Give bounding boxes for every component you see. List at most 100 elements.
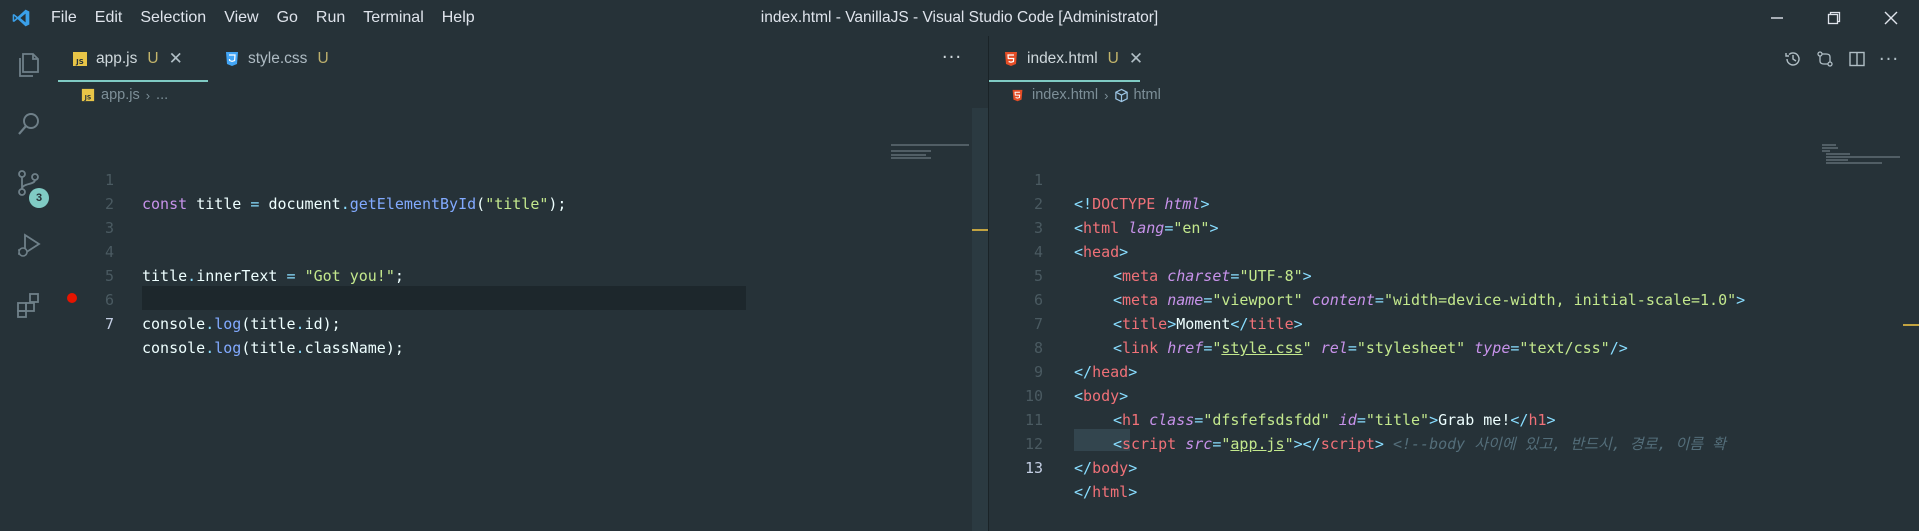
code-line: 4 title.innerText = "Got you!"; — [58, 216, 404, 285]
more-actions-button[interactable]: ··· — [1873, 44, 1905, 74]
line-text: <script src="app.js"></script> <!--body … — [1113, 435, 1726, 453]
line-number: 7 — [104, 315, 114, 333]
timeline-button[interactable] — [1777, 44, 1809, 74]
left-editor-group: JS app.js U ✕ style.css U ··· JS app.js … — [58, 36, 988, 531]
code-line: 10 <h1 class="dfsfefsdsfdd" id="title">G… — [989, 360, 1556, 429]
menu-edit[interactable]: Edit — [86, 0, 132, 36]
line-text: <html lang="en"> — [1074, 219, 1219, 237]
minimize-button[interactable] — [1748, 0, 1805, 36]
menu-help[interactable]: Help — [433, 0, 484, 36]
code-line: 13 </html> — [989, 432, 1137, 501]
run-debug-button[interactable] — [0, 216, 58, 274]
close-icon — [1884, 11, 1897, 25]
menu-view[interactable]: View — [215, 0, 267, 36]
line-text: <meta charset="UTF-8"> — [1113, 267, 1312, 285]
minimap[interactable] — [891, 108, 971, 168]
code-line: 3 — [58, 192, 114, 237]
minimap[interactable] — [1822, 108, 1902, 178]
line-text: console.log(title.className); — [142, 339, 404, 357]
explorer-button[interactable] — [0, 36, 58, 94]
breadcrumb-symbol-label: html — [1133, 87, 1161, 103]
breadcrumb-file[interactable]: index.html — [1011, 87, 1098, 103]
line-text: <title>Moment</title> — [1113, 315, 1303, 333]
line-text: </head> — [1074, 363, 1138, 381]
restore-icon — [1827, 11, 1840, 25]
code-line: 5 <meta name="viewport" content="width=d… — [989, 240, 1745, 309]
tab-index-html[interactable]: index.html U ✕ — [989, 36, 1143, 82]
symbol-cube-icon — [1115, 88, 1129, 102]
title-bar: File Edit Selection View Go Run Terminal… — [0, 0, 1919, 36]
untracked-badge: U — [147, 50, 159, 67]
code-line: 6 console.log(title.id); — [58, 264, 341, 333]
more-actions-button[interactable]: ··· — [938, 44, 966, 74]
split-editor-button[interactable] — [1841, 44, 1873, 74]
split-editor-icon — [1849, 51, 1865, 67]
close-icon[interactable]: ✕ — [1129, 49, 1143, 69]
ellipsis-icon: ··· — [1878, 48, 1900, 70]
app-js-link[interactable]: app.js — [1230, 435, 1284, 453]
breadcrumb-file-label: app.js — [101, 87, 140, 103]
minimize-icon — [1770, 17, 1783, 19]
html-file-icon — [1003, 51, 1019, 67]
line-text: <!DOCTYPE html> — [1074, 195, 1210, 213]
tab-label: app.js — [96, 50, 138, 67]
right-tab-bar: index.html U ✕ ··· — [989, 36, 1919, 82]
tab-label: index.html — [1027, 50, 1098, 67]
chevron-right-icon: › — [145, 87, 151, 103]
menu-selection[interactable]: Selection — [131, 0, 215, 36]
line-text: <head> — [1074, 243, 1129, 261]
breadcrumb-symbol[interactable]: html — [1114, 87, 1161, 103]
line-text: console.log(title.id); — [142, 315, 341, 333]
html-file-icon — [1012, 89, 1023, 101]
line-text: <meta name="viewport" content="width=dev… — [1113, 291, 1746, 309]
search-icon — [18, 113, 39, 135]
menu-run[interactable]: Run — [307, 0, 354, 36]
code-line: 1 <!DOCTYPE html> — [989, 144, 1210, 213]
breadcrumb-more[interactable]: ... — [156, 87, 168, 103]
activity-bar: 3 — [0, 36, 58, 531]
code-line: 4 <meta charset="UTF-8"> — [989, 216, 1312, 285]
run-debug-icon — [18, 233, 41, 257]
tab-style-css[interactable]: style.css U — [210, 36, 355, 82]
style-css-link[interactable]: style.css — [1221, 339, 1302, 357]
extensions-button[interactable] — [0, 276, 58, 334]
css-file-icon — [224, 51, 240, 67]
open-changes-button[interactable] — [1809, 44, 1841, 74]
current-line-highlight — [142, 286, 746, 310]
close-icon[interactable]: ✕ — [169, 49, 183, 69]
restore-button[interactable] — [1805, 0, 1862, 36]
menu-bar: File Edit Selection View Go Run Terminal… — [42, 0, 484, 36]
svg-text:JS: JS — [84, 94, 92, 101]
code-line: 1 const title = document.getElementById(… — [58, 144, 567, 213]
code-line: 7 console.log(title.className); — [58, 288, 404, 357]
history-icon — [1785, 52, 1800, 66]
code-line: 6 <title>Moment</title> — [989, 264, 1303, 333]
overview-ruler-mark — [972, 229, 988, 231]
breadcrumb-file-label: index.html — [1032, 87, 1099, 103]
line-text: </body> — [1074, 459, 1138, 477]
line-text: <h1 class="dfsfefsdsfdd" id="title">Grab… — [1113, 411, 1556, 429]
line-text: </html> — [1074, 483, 1138, 501]
js-file-icon: JS — [81, 88, 95, 101]
menu-terminal[interactable]: Terminal — [354, 0, 432, 36]
scm-badge: 3 — [29, 188, 49, 208]
code-line: 3 <head> — [989, 192, 1128, 261]
menu-go[interactable]: Go — [268, 0, 307, 36]
code-line: 9 <body> — [989, 336, 1128, 405]
tab-app-js[interactable]: JS app.js U ✕ — [58, 36, 208, 82]
untracked-badge: U — [317, 50, 329, 67]
code-line: 2 — [58, 168, 114, 213]
js-file-icon: JS — [72, 51, 88, 67]
svg-text:JS: JS — [75, 58, 84, 66]
explorer-icon — [19, 53, 39, 77]
vertical-scrollbar[interactable] — [972, 108, 988, 531]
breadcrumb-file[interactable]: JS app.js — [81, 87, 140, 103]
close-window-button[interactable] — [1862, 0, 1919, 36]
compare-changes-icon — [1817, 51, 1833, 67]
overview-ruler-mark — [1903, 324, 1919, 326]
menu-file[interactable]: File — [42, 0, 86, 36]
source-control-button[interactable] — [0, 154, 58, 212]
untracked-badge: U — [1107, 50, 1119, 67]
search-button[interactable] — [0, 95, 58, 153]
vscode-logo-icon[interactable] — [0, 0, 42, 36]
